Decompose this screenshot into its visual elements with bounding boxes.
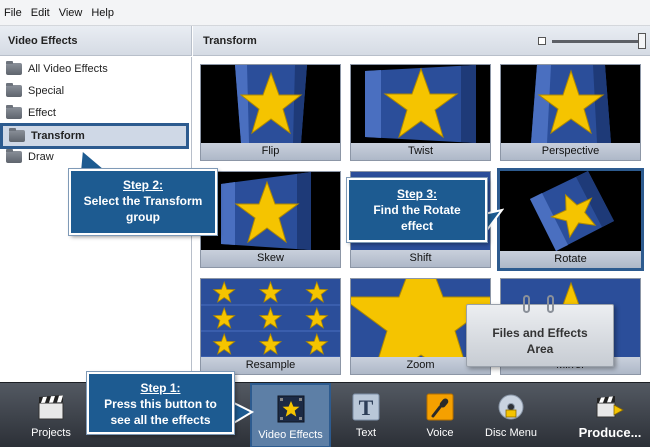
effect-tile-perspective[interactable]: Perspective bbox=[500, 64, 641, 161]
callout-pointer bbox=[484, 208, 504, 236]
effect-tile-twist[interactable]: Twist bbox=[350, 64, 491, 161]
effects-panel-header: Video Effects bbox=[0, 26, 192, 56]
menu-help[interactable]: Help bbox=[91, 7, 114, 19]
binder-ring-icon bbox=[523, 295, 530, 313]
effect-tile-skew[interactable]: Skew bbox=[200, 171, 341, 268]
folder-icon bbox=[6, 61, 22, 75]
step2-line1: Select the Transform bbox=[83, 194, 203, 208]
tree-item-label: Effect bbox=[28, 107, 56, 119]
slider-handle[interactable] bbox=[638, 33, 646, 49]
effects-panel-title: Video Effects bbox=[8, 34, 78, 47]
tree-item-label: All Video Effects bbox=[28, 63, 108, 75]
disc-icon bbox=[498, 394, 524, 420]
text-button-label: Text bbox=[355, 427, 377, 439]
tree-item-effect[interactable]: Effect bbox=[0, 103, 188, 123]
effect-thumbnail bbox=[500, 171, 641, 251]
zoom-small-icon bbox=[538, 37, 546, 45]
step2-line2: group bbox=[126, 210, 160, 224]
projects-button-label: Projects bbox=[31, 427, 71, 439]
effect-tile-resample[interactable]: Resample bbox=[200, 278, 341, 375]
menu-edit[interactable]: Edit bbox=[31, 7, 50, 19]
produce-button-label: Produce... bbox=[578, 425, 642, 440]
effect-thumbnail bbox=[501, 65, 640, 143]
effect-tile-label: Twist bbox=[351, 143, 490, 160]
step3-line1: Find the Rotate bbox=[373, 203, 461, 217]
video-effects-button[interactable]: Video Effects bbox=[250, 383, 331, 447]
menu-file[interactable]: File bbox=[4, 7, 22, 19]
callout-pointer bbox=[232, 400, 254, 426]
step3-callout: Step 3: Find the Rotate effect bbox=[347, 178, 487, 242]
effect-tile-label: Rotate bbox=[500, 251, 641, 268]
binder-ring-icon bbox=[547, 295, 554, 313]
text-t-icon: T bbox=[352, 393, 380, 421]
projects-button[interactable]: Projects bbox=[18, 383, 84, 447]
tree-item-special[interactable]: Special bbox=[0, 81, 188, 101]
disc-menu-button-label: Disc Menu bbox=[485, 427, 537, 439]
area-note-line1: Files and Effects bbox=[492, 326, 588, 340]
effect-tile-label: Perspective bbox=[501, 143, 640, 160]
files-effects-area-note: Files and Effects Area bbox=[466, 295, 614, 367]
effect-thumbnail bbox=[201, 65, 340, 143]
voice-button[interactable]: Voice bbox=[414, 383, 466, 447]
clapperboard-icon bbox=[38, 395, 64, 420]
effect-tile-label: Flip bbox=[201, 143, 340, 160]
step3-line2: effect bbox=[400, 219, 433, 233]
disc-menu-button[interactable]: Disc Menu bbox=[480, 383, 542, 447]
folder-icon bbox=[6, 105, 22, 119]
tree-item-label: Special bbox=[28, 85, 65, 97]
folder-icon bbox=[9, 128, 25, 142]
step1-title: Step 1: bbox=[140, 381, 181, 395]
effect-thumbnail bbox=[201, 172, 340, 250]
area-note-line2: Area bbox=[526, 342, 554, 356]
effect-thumbnail bbox=[351, 65, 490, 143]
voice-button-label: Voice bbox=[426, 427, 454, 439]
tree-item-transform[interactable]: Transform bbox=[0, 123, 189, 149]
tree-item-label: Transform bbox=[31, 130, 85, 142]
svg-text:T: T bbox=[359, 395, 374, 420]
menu-bar: File Edit View Help bbox=[0, 0, 650, 26]
step1-line2: see all the effects bbox=[110, 413, 211, 427]
text-button[interactable]: T Text bbox=[340, 383, 392, 447]
menu-view[interactable]: View bbox=[59, 7, 83, 19]
effect-tile-label: Skew bbox=[201, 250, 340, 267]
video-effects-button-label: Video Effects bbox=[258, 429, 323, 441]
effect-tile-flip[interactable]: Flip bbox=[200, 64, 341, 161]
folder-icon bbox=[6, 83, 22, 97]
produce-button[interactable]: Produce... bbox=[572, 383, 648, 447]
tree-item-all-video-effects[interactable]: All Video Effects bbox=[0, 59, 188, 79]
star-film-icon bbox=[277, 395, 304, 423]
step1-callout: Step 1: Press this button to see all the… bbox=[87, 372, 234, 434]
tree-item-label: Draw bbox=[28, 151, 54, 163]
produce-clapper-icon bbox=[596, 396, 624, 418]
effect-tile-label: Shift bbox=[351, 250, 490, 267]
thumbnail-size-slider[interactable] bbox=[552, 40, 640, 43]
step3-title: Step 3: bbox=[396, 187, 437, 201]
step1-line1: Press this button to bbox=[104, 397, 217, 411]
effect-tile-rotate[interactable]: Rotate bbox=[497, 168, 644, 271]
microphone-icon bbox=[426, 393, 454, 421]
step2-callout: Step 2: Select the Transform group bbox=[69, 169, 217, 235]
effect-thumbnail bbox=[201, 279, 340, 357]
step2-title: Step 2: bbox=[122, 178, 163, 192]
effects-grid-title: Transform bbox=[203, 34, 257, 47]
folder-icon bbox=[6, 149, 22, 163]
